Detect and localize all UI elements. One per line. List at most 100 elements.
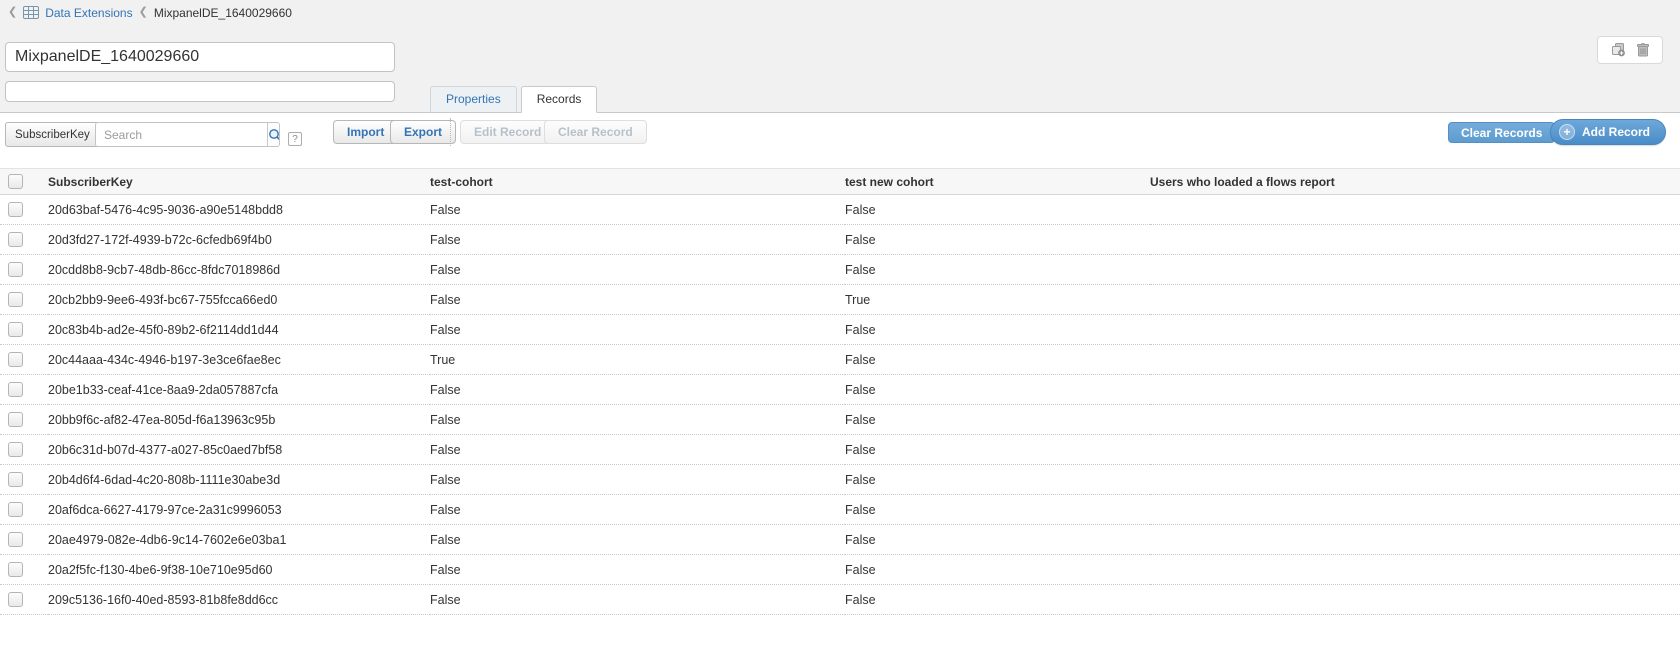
- copy-icon[interactable]: [1611, 43, 1626, 57]
- row-checkbox[interactable]: [8, 382, 23, 397]
- cell-test-new-cohort: False: [845, 225, 1150, 255]
- cell-users-flows-report: [1150, 255, 1680, 285]
- table-row[interactable]: 20d3fd27-172f-4939-b72c-6cfedb69f4b0 Fal…: [0, 225, 1680, 255]
- search-field-value: SubscriberKey: [15, 129, 90, 141]
- cell-subscriber-key: 20a2f5fc-f130-4be6-9f38-10e710e95d60: [48, 555, 430, 585]
- cell-users-flows-report: [1150, 405, 1680, 435]
- table-row[interactable]: 20c44aaa-434c-4946-b197-3e3ce6fae8ec Tru…: [0, 345, 1680, 375]
- cell-users-flows-report: [1150, 465, 1680, 495]
- tab-records[interactable]: Records: [521, 86, 598, 113]
- cell-test-cohort: False: [430, 555, 845, 585]
- add-record-button[interactable]: + Add Record: [1550, 119, 1666, 145]
- table-row[interactable]: 20bb9f6c-af82-47ea-805d-f6a13963c95b Fal…: [0, 405, 1680, 435]
- table-row[interactable]: 209c5136-16f0-40ed-8593-81b8fe8dd6cc Fal…: [0, 585, 1680, 615]
- cell-test-cohort: False: [430, 375, 845, 405]
- data-extension-name-input[interactable]: [5, 42, 395, 72]
- row-checkbox[interactable]: [8, 232, 23, 247]
- data-extension-description-input[interactable]: [5, 81, 395, 102]
- row-checkbox[interactable]: [8, 442, 23, 457]
- cell-users-flows-report: [1150, 315, 1680, 345]
- cell-test-cohort: False: [430, 285, 845, 315]
- clear-records-button[interactable]: Clear Records: [1448, 122, 1555, 143]
- cell-test-new-cohort: False: [845, 465, 1150, 495]
- cell-test-new-cohort: False: [845, 495, 1150, 525]
- row-checkbox[interactable]: [8, 502, 23, 517]
- cell-subscriber-key: 20b4d6f4-6dad-4c20-808b-1111e30abe3d: [48, 465, 430, 495]
- cell-test-cohort: False: [430, 225, 845, 255]
- clear-record-button[interactable]: Clear Record: [544, 120, 647, 144]
- table-row[interactable]: 20a2f5fc-f130-4be6-9f38-10e710e95d60 Fal…: [0, 555, 1680, 585]
- back-chevron-icon[interactable]: ❮: [8, 7, 17, 18]
- cell-subscriber-key: 20b6c31d-b07d-4377-a027-85c0aed7bf58: [48, 435, 430, 465]
- cell-test-new-cohort: False: [845, 345, 1150, 375]
- cell-test-cohort: False: [430, 405, 845, 435]
- cell-subscriber-key: 20c83b4b-ad2e-45f0-89b2-6f2114dd1d44: [48, 315, 430, 345]
- header-actions: [1597, 36, 1663, 64]
- cell-test-cohort: False: [430, 465, 845, 495]
- page-header: ❮ Data Extensions ❮ MixpanelDE_164002966…: [0, 0, 1680, 113]
- table-row[interactable]: 20b6c31d-b07d-4377-a027-85c0aed7bf58 Fal…: [0, 435, 1680, 465]
- plus-icon: +: [1559, 124, 1575, 140]
- row-checkbox[interactable]: [8, 262, 23, 277]
- cell-test-new-cohort: False: [845, 435, 1150, 465]
- table-row[interactable]: 20cdd8b8-9cb7-48db-86cc-8fdc7018986d Fal…: [0, 255, 1680, 285]
- cell-users-flows-report: [1150, 225, 1680, 255]
- table-row[interactable]: 20ae4979-082e-4db6-9c14-7602e6e03ba1 Fal…: [0, 525, 1680, 555]
- breadcrumb-current: MixpanelDE_1640029660: [154, 6, 292, 20]
- cell-test-new-cohort: False: [845, 315, 1150, 345]
- cell-test-new-cohort: False: [845, 525, 1150, 555]
- table-row[interactable]: 20c83b4b-ad2e-45f0-89b2-6f2114dd1d44 Fal…: [0, 315, 1680, 345]
- cell-subscriber-key: 20af6dca-6627-4179-97ce-2a31c9996053: [48, 495, 430, 525]
- export-button[interactable]: Export: [390, 120, 456, 144]
- cell-test-new-cohort: False: [845, 585, 1150, 615]
- table-row[interactable]: 20d63baf-5476-4c95-9036-a90e5148bdd8 Fal…: [0, 195, 1680, 225]
- cell-users-flows-report: [1150, 585, 1680, 615]
- table-row[interactable]: 20cb2bb9-9ee6-493f-bc67-755fcca66ed0 Fal…: [0, 285, 1680, 315]
- toolbar-divider: [450, 118, 451, 146]
- records-table: SubscriberKey test-cohort test new cohor…: [0, 168, 1680, 615]
- search-box: [95, 122, 280, 147]
- cell-test-new-cohort: False: [845, 375, 1150, 405]
- cell-subscriber-key: 209c5136-16f0-40ed-8593-81b8fe8dd6cc: [48, 585, 430, 615]
- table-header-row: SubscriberKey test-cohort test new cohor…: [0, 169, 1680, 195]
- cell-users-flows-report: [1150, 375, 1680, 405]
- cell-users-flows-report: [1150, 495, 1680, 525]
- cell-subscriber-key: 20be1b33-ceaf-41ce-8aa9-2da057887cfa: [48, 375, 430, 405]
- table-row[interactable]: 20be1b33-ceaf-41ce-8aa9-2da057887cfa Fal…: [0, 375, 1680, 405]
- breadcrumb-separator: ❮: [139, 7, 148, 18]
- cell-users-flows-report: [1150, 435, 1680, 465]
- records-toolbar: SubscriberKey ▾ ? Import Export Edit Rec…: [0, 113, 1680, 168]
- search-input[interactable]: [96, 123, 267, 146]
- table-row[interactable]: 20b4d6f4-6dad-4c20-808b-1111e30abe3d Fal…: [0, 465, 1680, 495]
- trash-icon[interactable]: [1637, 43, 1649, 57]
- import-button[interactable]: Import: [333, 120, 398, 144]
- cell-subscriber-key: 20cdd8b8-9cb7-48db-86cc-8fdc7018986d: [48, 255, 430, 285]
- magnifier-icon: [268, 128, 280, 142]
- row-checkbox[interactable]: [8, 562, 23, 577]
- row-checkbox[interactable]: [8, 352, 23, 367]
- search-button[interactable]: [267, 123, 280, 146]
- cell-test-cohort: False: [430, 495, 845, 525]
- table-row[interactable]: 20af6dca-6627-4179-97ce-2a31c9996053 Fal…: [0, 495, 1680, 525]
- cell-test-cohort: False: [430, 315, 845, 345]
- cell-test-cohort: False: [430, 585, 845, 615]
- data-extension-grid-icon: [23, 6, 39, 19]
- cell-test-cohort: False: [430, 255, 845, 285]
- cell-test-cohort: True: [430, 345, 845, 375]
- row-checkbox[interactable]: [8, 592, 23, 607]
- cell-test-new-cohort: False: [845, 555, 1150, 585]
- row-checkbox[interactable]: [8, 412, 23, 427]
- tab-properties[interactable]: Properties: [430, 86, 517, 113]
- row-checkbox[interactable]: [8, 292, 23, 307]
- row-checkbox[interactable]: [8, 322, 23, 337]
- add-record-label: Add Record: [1582, 125, 1650, 139]
- help-icon[interactable]: ?: [288, 132, 302, 146]
- select-all-checkbox[interactable]: [8, 174, 23, 189]
- breadcrumb-data-extensions-link[interactable]: Data Extensions: [45, 6, 132, 20]
- row-checkbox[interactable]: [8, 532, 23, 547]
- row-checkbox[interactable]: [8, 472, 23, 487]
- column-header-subscriberkey: SubscriberKey: [48, 169, 430, 195]
- edit-record-button[interactable]: Edit Record: [460, 120, 555, 144]
- column-header-test-new-cohort: test new cohort: [845, 169, 1150, 195]
- row-checkbox[interactable]: [8, 202, 23, 217]
